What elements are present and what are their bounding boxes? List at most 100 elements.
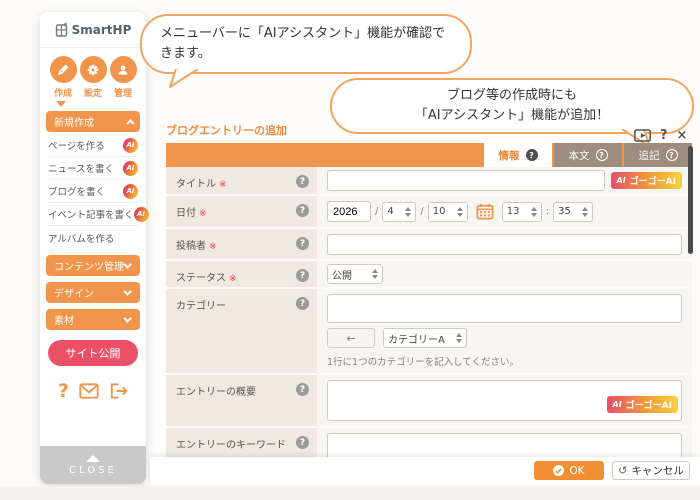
field-help-icon[interactable]: ? xyxy=(296,269,309,282)
minute-select[interactable]: 35 xyxy=(553,201,594,222)
ai-badge-icon: AI xyxy=(123,137,138,153)
field-label: タイトル ※ xyxy=(176,179,227,190)
field-help-icon[interactable]: ? xyxy=(296,436,309,449)
form-footer: OK ↺ キャンセル xyxy=(150,457,700,484)
month-select[interactable]: 4 xyxy=(382,201,417,222)
dialog-controls: ? × xyxy=(634,128,687,143)
field-row-status: ステータス ※ ? 公開 xyxy=(166,261,692,289)
callout-text-line2: 「AIアシスタント」機能が追加！ xyxy=(414,107,610,123)
year-input[interactable] xyxy=(327,201,371,222)
sidebar-item-write-event[interactable]: イベント記事を書く AI xyxy=(48,203,149,226)
sidebar-nav-manage[interactable]: 管理 xyxy=(108,56,138,99)
stepper-icon xyxy=(456,206,463,217)
video-tutorial-icon[interactable] xyxy=(634,129,651,142)
ok-button[interactable]: OK xyxy=(534,461,604,480)
sidebar-item-write-blog[interactable]: ブログを書く AI xyxy=(48,180,138,203)
sidebar-item-write-news[interactable]: ニュースを書く AI xyxy=(48,157,138,180)
title-input[interactable] xyxy=(327,170,605,191)
field-help-icon[interactable]: ? xyxy=(296,297,309,310)
sidebar-menu: ページを作る AI ニュースを書く AI ブログを書く AI イベント記事を書く… xyxy=(48,134,149,249)
category-select[interactable]: カテゴリーA xyxy=(383,328,467,348)
new-create-label: 新規作成 xyxy=(54,118,94,129)
sidebar-group-content-management[interactable]: コンテンツ管理 xyxy=(46,255,140,276)
ai-button-label: ゴーゴーAI xyxy=(629,177,676,187)
field-help-icon[interactable]: ? xyxy=(296,383,309,396)
group-label: デザイン xyxy=(54,289,94,300)
sidebar-utility-icons: ? xyxy=(40,380,146,402)
tab-label: 追記 xyxy=(638,149,660,162)
required-mark: ※ xyxy=(209,242,217,252)
ai-badge-icon: AI xyxy=(612,400,622,409)
category-textarea[interactable] xyxy=(327,294,682,323)
undo-icon: ↺ xyxy=(618,464,628,477)
tab-body[interactable]: 本文 ? xyxy=(554,143,622,167)
tab-help-icon: ? xyxy=(595,149,608,161)
sidebar-item-create-page[interactable]: ページを作る AI xyxy=(48,134,138,157)
sidebar-item-create-album[interactable]: アルバムを作る xyxy=(48,226,138,249)
field-help-icon[interactable]: ? xyxy=(296,175,309,188)
keywords-textarea[interactable] xyxy=(327,433,682,457)
page-title: ブログエントリーの追加 xyxy=(166,124,287,137)
help-icon[interactable]: ? xyxy=(58,380,69,402)
ai-gogo-button[interactable]: AI ゴーゴーAI xyxy=(606,396,678,413)
sidebar: SmartHP 作成 設定 管理 新規作成 ページを作る AI ニュースを書く … xyxy=(40,12,149,484)
tab-postscript[interactable]: 追記 ? xyxy=(624,143,692,167)
status-select[interactable]: 公開 xyxy=(327,264,383,284)
sidebar-group-materials[interactable]: 素材 xyxy=(46,309,140,330)
field-label: エントリーの概要 xyxy=(176,387,256,398)
field-help-icon[interactable]: ? xyxy=(296,204,309,217)
active-nav-caret-icon xyxy=(56,101,66,107)
field-row-category: カテゴリー ? ← カテゴリーA 1行に1つのカテゴリーを記入してください。 xyxy=(166,289,692,375)
field-help-icon[interactable]: ? xyxy=(296,237,309,250)
required-mark: ※ xyxy=(219,180,227,190)
callout-blog-ai: ブログ等の作成時にも 「AIアシスタント」機能が追加！ xyxy=(330,78,694,148)
day-select[interactable]: 10 xyxy=(427,201,468,222)
sidebar-nav-icons: 作成 設定 管理 xyxy=(40,48,146,99)
field-row-author: 投稿者 ※ ? xyxy=(166,229,692,261)
field-row-summary: エントリーの概要 ? AI ゴーゴーAI xyxy=(166,375,692,428)
field-label: ステータス ※ xyxy=(176,273,237,284)
nav-create-label: 作成 xyxy=(53,89,72,99)
ai-badge-icon: AI xyxy=(123,183,138,199)
mail-icon[interactable] xyxy=(79,383,99,399)
chevron-down-icon xyxy=(123,286,132,296)
cancel-label: キャンセル xyxy=(631,465,684,477)
publish-site-button[interactable]: サイト公開 xyxy=(48,340,138,366)
cancel-button[interactable]: ↺ キャンセル xyxy=(612,461,690,480)
dialog-help-icon[interactable]: ? xyxy=(660,128,668,143)
menu-item-label: ブログを書く xyxy=(48,187,106,198)
sidebar-group-design[interactable]: デザイン xyxy=(46,282,140,303)
logout-icon[interactable] xyxy=(109,382,128,400)
required-mark: ※ xyxy=(229,274,237,284)
scrollbar-thumb[interactable] xyxy=(688,146,693,254)
ai-button-label: ゴーゴーAI xyxy=(625,401,672,411)
gear-icon xyxy=(79,56,107,83)
sidebar-nav-settings[interactable]: 設定 xyxy=(78,56,108,99)
logo: SmartHP xyxy=(40,12,146,48)
hour-select[interactable]: 13 xyxy=(501,201,542,222)
calendar-icon[interactable] xyxy=(476,203,494,220)
time-separator: : xyxy=(545,206,550,217)
tab-help-icon: ? xyxy=(525,149,538,161)
field-label: 日付 ※ xyxy=(176,208,207,219)
menu-item-label: イベント記事を書く xyxy=(48,210,134,221)
ai-gogo-button[interactable]: AI ゴーゴーAI xyxy=(610,172,682,189)
ai-badge-icon: AI xyxy=(123,160,138,176)
tab-info[interactable]: 情報 ? xyxy=(484,143,552,167)
category-move-button[interactable]: ← xyxy=(327,328,375,348)
sidebar-section-new-create[interactable]: 新規作成 xyxy=(46,111,140,132)
page: SmartHP 作成 設定 管理 新規作成 ページを作る AI ニュースを書く … xyxy=(0,0,700,500)
dialog-close-icon[interactable]: × xyxy=(677,128,688,143)
menu-item-label: ニュースを書く xyxy=(48,164,115,175)
sidebar-close-button[interactable]: CLOSE xyxy=(40,446,146,484)
callout-text-line1: ブログ等の作成時にも xyxy=(446,88,577,103)
stepper-icon xyxy=(530,206,537,217)
form-tab-bar: 情報 ? 本文 ? 追記 ? xyxy=(166,143,692,167)
author-input[interactable] xyxy=(327,233,682,255)
sidebar-nav-create[interactable]: 作成 xyxy=(48,56,78,99)
ok-label: OK xyxy=(569,464,585,477)
smarthp-logo-icon xyxy=(55,22,67,37)
field-label: カテゴリー xyxy=(176,301,226,312)
stepper-icon xyxy=(405,206,412,217)
field-row-keywords: エントリーのキーワード ? xyxy=(166,428,692,457)
